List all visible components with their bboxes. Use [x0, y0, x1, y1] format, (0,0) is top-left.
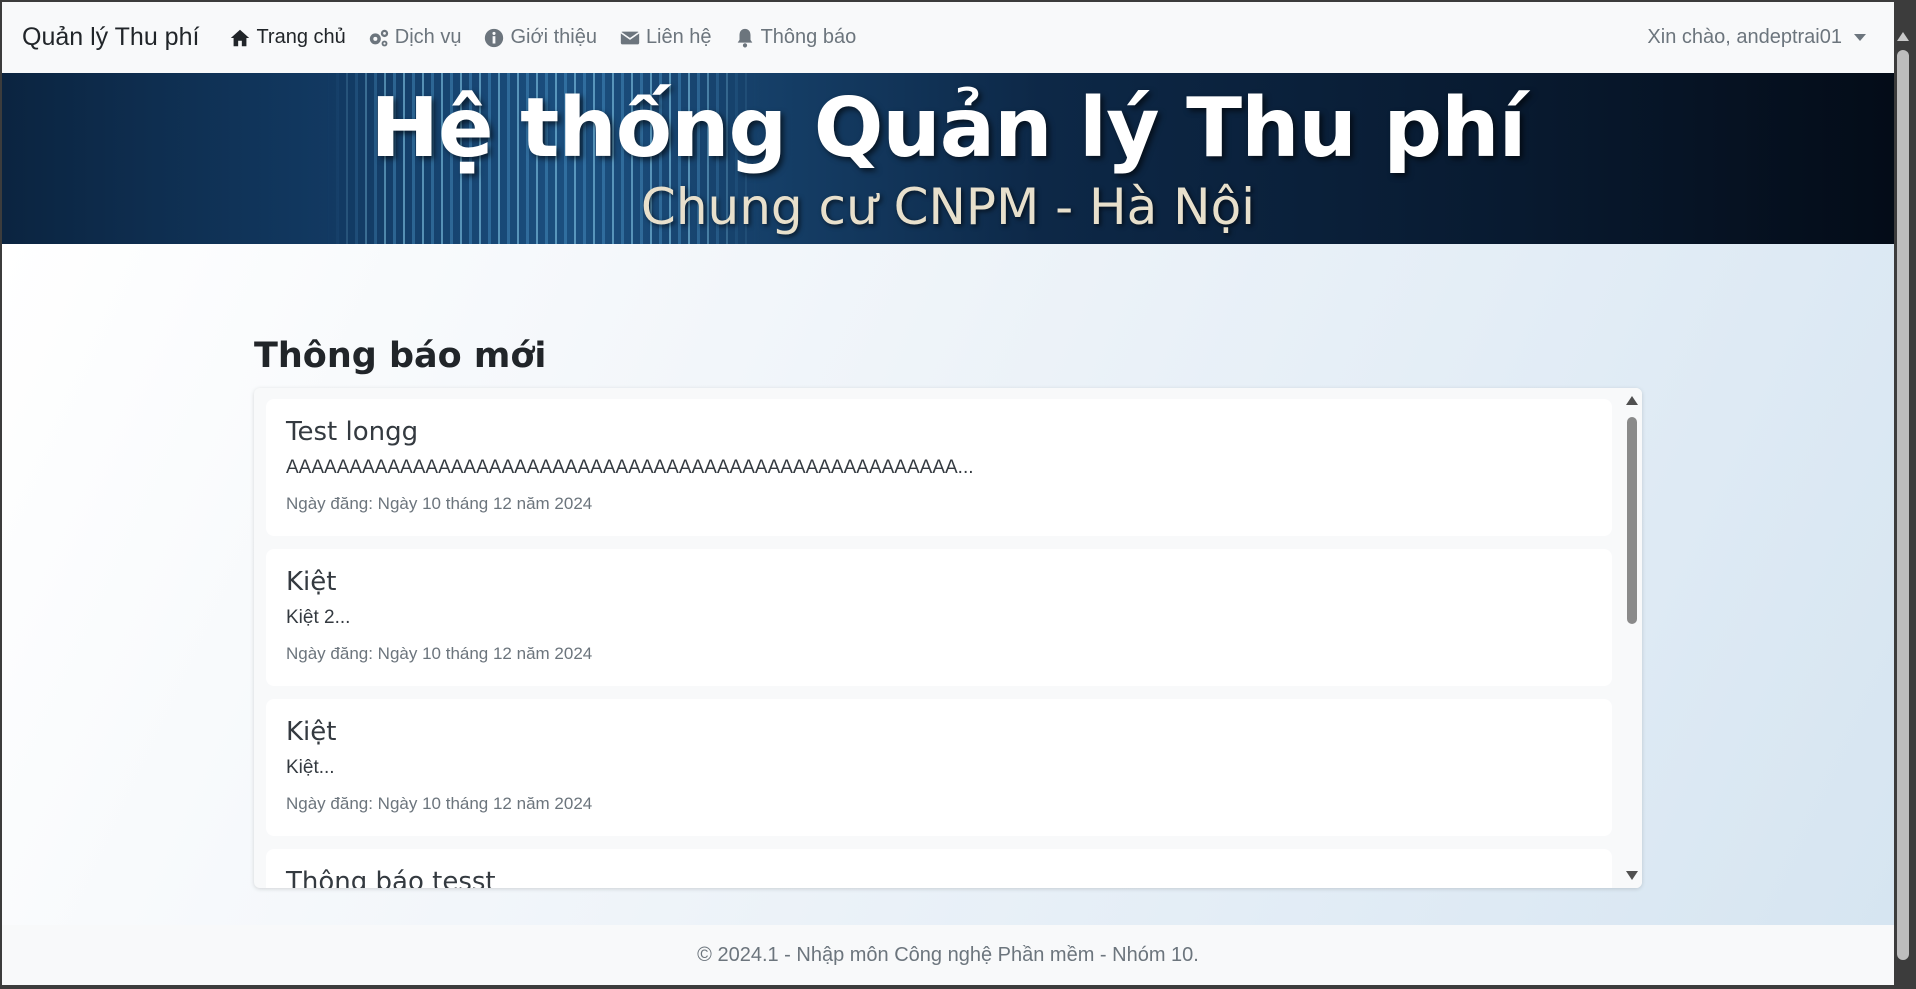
hero-banner: Hệ thống Quản lý Thu phí Chung cư CNPM -… — [2, 73, 1894, 244]
footer-text: © 2024.1 - Nhập môn Công nghệ Phần mềm -… — [697, 944, 1199, 966]
notification-list[interactable]: Test longg AAAAAAAAAAAAAAAAAAAAAAAAAAAAA… — [254, 388, 1642, 888]
notification-date: Ngày đăng: Ngày 10 tháng 12 năm 2024 — [286, 644, 593, 663]
notification-card[interactable]: Kiệt Kiệt 2... Ngày đăng: Ngày 10 tháng … — [266, 549, 1612, 686]
nav-item-notifications[interactable]: Thông báo — [734, 26, 857, 49]
scroll-down-icon[interactable] — [1626, 871, 1638, 880]
browser-window: Quản lý Thu phí Trang chủ Dịch vụ Giới t… — [2, 2, 1894, 985]
gears-icon — [369, 29, 388, 46]
nav-item-services[interactable]: Dịch vụ — [368, 26, 462, 49]
notification-content: AAAAAAAAAAAAAAAAAAAAAAAAAAAAAAAAAAAAAAAA… — [286, 457, 974, 478]
page-scroll-thumb[interactable] — [1897, 50, 1909, 960]
banner-title: Hệ thống Quản lý Thu phí — [370, 81, 1526, 176]
notification-card[interactable]: Thông báo tesst — [266, 849, 1612, 888]
nav-item-label: Thông báo — [760, 26, 857, 48]
list-scrollbar[interactable] — [1622, 388, 1642, 888]
scroll-thumb[interactable] — [1627, 417, 1637, 624]
notification-title: Thông báo tesst — [286, 867, 496, 888]
user-greeting: Xin chào, andeptrai01 — [1647, 26, 1842, 48]
footer: © 2024.1 - Nhập môn Công nghệ Phần mềm -… — [2, 925, 1894, 985]
scroll-up-icon[interactable] — [1626, 396, 1638, 405]
notification-date: Ngày đăng: Ngày 10 tháng 12 năm 2024 — [286, 494, 593, 513]
banner-subtitle: Chung cư CNPM - Hà Nội — [640, 178, 1256, 236]
notification-content: Kiệt 2... — [286, 607, 351, 628]
page-scrollbar[interactable] — [1894, 2, 1912, 985]
nav-item-about[interactable]: Giới thiệu — [483, 26, 597, 49]
notification-title: Kiệt — [286, 717, 337, 747]
envelope-icon — [620, 31, 640, 44]
home-icon — [231, 29, 250, 46]
notification-card[interactable]: Test longg AAAAAAAAAAAAAAAAAAAAAAAAAAAAA… — [266, 399, 1612, 536]
bell-icon — [737, 28, 752, 47]
notification-title: Kiệt — [286, 567, 337, 597]
nav-item-label: Trang chủ — [256, 26, 346, 48]
chevron-down-icon — [1854, 34, 1866, 41]
nav-item-home[interactable]: Trang chủ — [229, 26, 346, 49]
nav-item-label: Giới thiệu — [510, 26, 597, 48]
scroll-up-icon[interactable] — [1897, 32, 1909, 41]
user-dropdown[interactable]: Xin chào, andeptrai01 — [1647, 2, 1866, 73]
section-title: Thông báo mới — [254, 336, 547, 376]
nav-item-label: Dịch vụ — [394, 26, 462, 48]
nav-item-contact[interactable]: Liên hệ — [619, 26, 712, 49]
notification-date: Ngày đăng: Ngày 10 tháng 12 năm 2024 — [286, 794, 593, 813]
notification-content: Kiệt... — [286, 757, 335, 778]
main-content: Thông báo mới Test longg AAAAAAAAAAAAAAA… — [2, 244, 1894, 925]
nav-item-label: Liên hệ — [645, 26, 712, 48]
brand-link[interactable]: Quản lý Thu phí — [22, 23, 199, 52]
notification-card[interactable]: Kiệt Kiệt... Ngày đăng: Ngày 10 tháng 12… — [266, 699, 1612, 836]
navbar: Quản lý Thu phí Trang chủ Dịch vụ Giới t… — [2, 2, 1894, 73]
info-icon — [485, 28, 504, 47]
notification-title: Test longg — [286, 417, 419, 447]
